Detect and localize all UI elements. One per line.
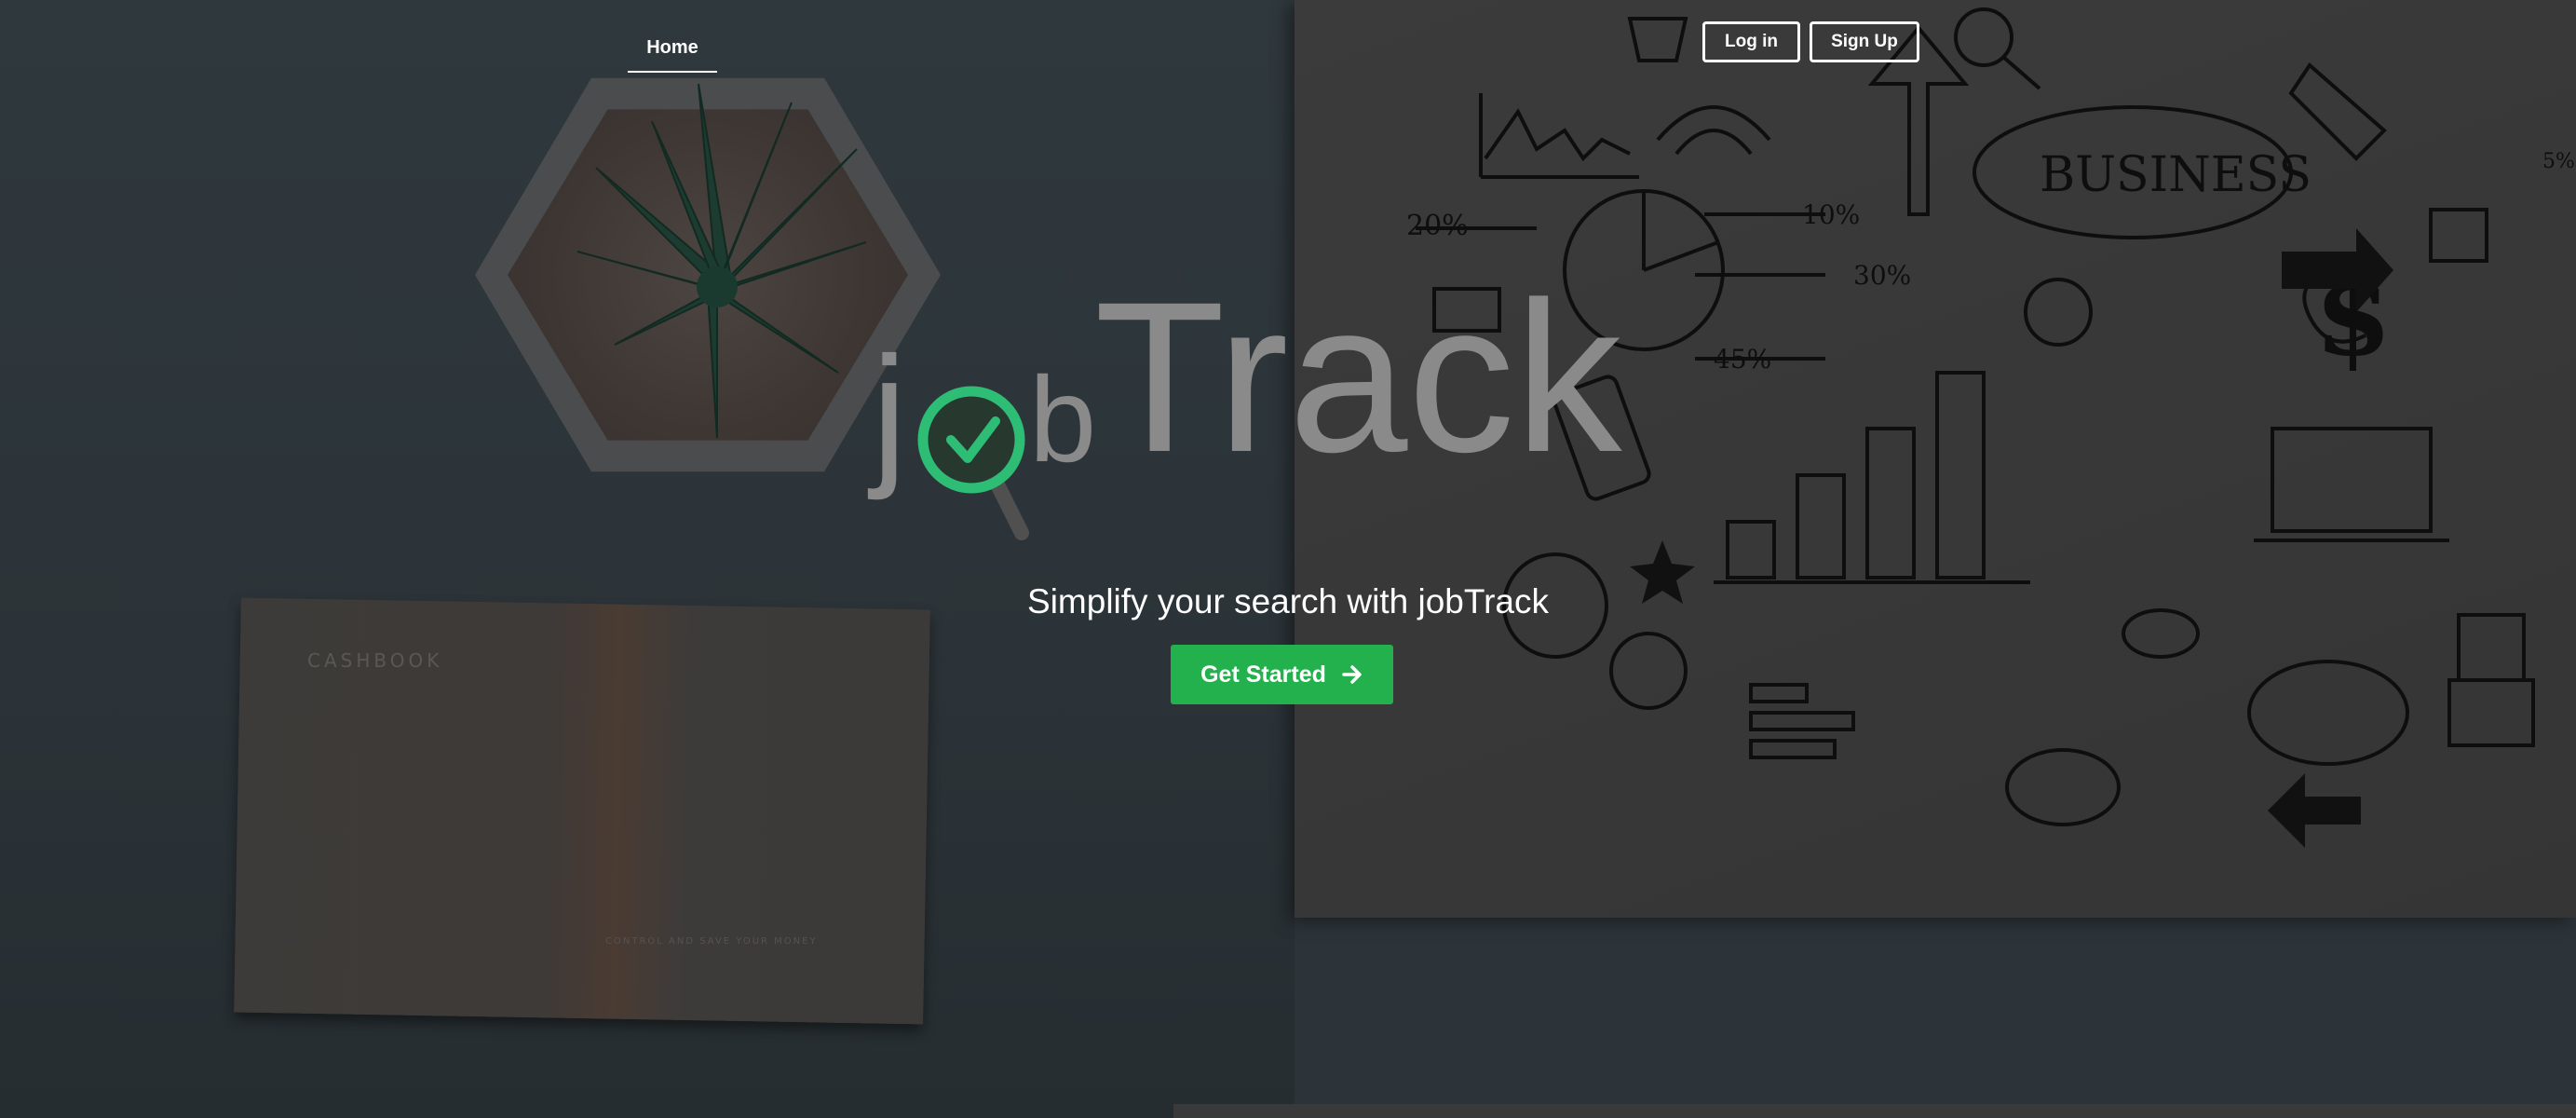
svg-text:10%: 10%	[1802, 199, 1860, 230]
svg-text:5%: 5%	[2542, 150, 2575, 173]
svg-text:20%: 20%	[1406, 210, 1469, 242]
nav-home-link[interactable]: Home	[628, 34, 717, 73]
signup-button[interactable]: Sign Up	[1810, 21, 1919, 62]
arrow-right-icon	[1342, 665, 1362, 684]
cashbook-title: CASHBOOK	[307, 649, 443, 672]
get-started-button[interactable]: Get Started	[1171, 645, 1393, 704]
jobtrack-logo: j b Track	[866, 270, 1621, 550]
cashbook-subtitle: CONTROL AND SAVE YOUR MONEY	[605, 936, 818, 947]
login-button[interactable]: Log in	[1702, 21, 1800, 62]
logo-brand-track: Track	[1094, 257, 1622, 497]
logo-letter-b: b	[1029, 351, 1097, 487]
svg-text:BUSINESS: BUSINESS	[2040, 147, 2312, 203]
svg-text:30%: 30%	[1853, 260, 1911, 291]
get-started-label: Get Started	[1200, 661, 1326, 688]
logo-check-magnifier-icon	[917, 386, 1029, 540]
background-paper-edge	[1173, 1104, 2576, 1118]
hero-tagline: Simplify your search with jobTrack	[1027, 582, 1549, 620]
background-succulent-icon	[576, 83, 867, 439]
landing-page: CASHBOOK CONTROL AND SAVE YOUR MONEY BUS…	[0, 0, 2576, 1118]
logo-letter-j: j	[872, 324, 907, 501]
svg-text:45%: 45%	[1714, 344, 1771, 375]
